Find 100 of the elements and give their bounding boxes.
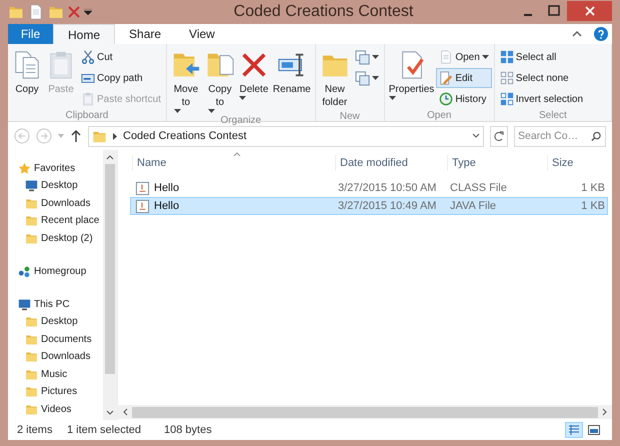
java-file-icon	[135, 198, 150, 214]
nav-item[interactable]: Downloads	[8, 194, 103, 212]
address-field[interactable]: Coded Creations Contest	[88, 126, 484, 146]
history-icon	[439, 92, 454, 106]
up-arrow-icon[interactable]	[70, 129, 82, 143]
help-icon[interactable]	[594, 27, 608, 41]
search-input[interactable]: Search Co…	[515, 126, 591, 146]
ribbon-button[interactable]: Copy path	[78, 68, 164, 88]
column-header[interactable]: Name	[132, 154, 335, 172]
nav-item[interactable]: Favorites	[8, 160, 103, 177]
select-all-icon	[500, 50, 514, 64]
group-label: Organize	[220, 114, 262, 128]
nav-item[interactable]: Recent place	[8, 212, 103, 230]
nav-item[interactable]: Desktop	[8, 177, 103, 194]
caret-icon	[208, 109, 216, 113]
nav-item[interactable]: Videos	[8, 400, 103, 418]
breadcrumb-arrow-icon	[113, 132, 117, 140]
horizontal-scrollbar[interactable]	[118, 405, 612, 419]
column-header[interactable]: Date modified	[335, 154, 447, 172]
ribbon-button[interactable]: Select none	[496, 68, 586, 88]
status-text: 2 items	[17, 424, 52, 436]
invert-selection-icon	[500, 92, 514, 106]
edit-icon	[439, 71, 454, 85]
caret-icon	[482, 55, 489, 59]
caret-icon	[372, 55, 379, 59]
refresh-icon[interactable]	[490, 126, 508, 146]
view-button[interactable]	[585, 422, 603, 438]
folder-icon	[48, 4, 64, 20]
folder-icon	[25, 385, 38, 398]
ribbon-button[interactable]: Rename	[270, 47, 313, 97]
nav-item[interactable]: Music	[8, 366, 103, 383]
table-cell: JAVA File	[450, 200, 496, 212]
nav-item[interactable]: Homegroup	[8, 263, 103, 280]
new-item-icon	[354, 50, 370, 64]
computer-icon	[18, 298, 31, 311]
folder-icon	[25, 332, 38, 346]
scissors-icon	[81, 50, 95, 64]
search-field[interactable]: Search Co…	[514, 126, 606, 146]
ribbon-button[interactable]: Invert selection	[496, 89, 586, 109]
folder-icon	[25, 214, 38, 228]
caret-icon	[388, 96, 396, 100]
search-icon	[591, 130, 601, 142]
desktop-icon	[25, 179, 38, 192]
folder-icon	[25, 350, 38, 364]
window-title: Coded Creations Contest	[232, 2, 414, 22]
vertical-scrollbar[interactable]	[103, 150, 117, 420]
close-icon	[584, 6, 594, 16]
scroll-thumb[interactable]	[132, 406, 598, 418]
caret-icon	[372, 76, 379, 80]
folder-icon	[8, 4, 24, 20]
folder-icon	[25, 402, 38, 416]
caret-icon	[239, 96, 246, 100]
dropdown-icon[interactable]	[84, 9, 92, 15]
table-cell: 3/27/2015 10:49 AM	[338, 200, 436, 212]
ribbon-button[interactable]: Edit	[436, 68, 492, 88]
status-text: 108 bytes	[164, 424, 212, 436]
ribbon-button[interactable]: Select all	[496, 47, 586, 67]
ribbon-tab[interactable]: Home	[53, 24, 116, 44]
status-text: 1 item selected	[67, 424, 141, 436]
ribbon-tab[interactable]: File	[8, 24, 53, 44]
collapse-ribbon-icon[interactable]	[572, 30, 582, 38]
folder-icon	[25, 315, 38, 328]
close-button[interactable]	[567, 1, 612, 21]
nav-item[interactable]: Downloads	[8, 348, 103, 366]
nav-item[interactable]: Documents	[8, 330, 103, 348]
column-header[interactable]: Type	[447, 154, 547, 172]
ribbon-button[interactable]: Copy	[10, 47, 44, 97]
nav-item[interactable]: This PC	[8, 296, 103, 313]
view-button[interactable]	[565, 422, 583, 438]
path-icon	[81, 71, 95, 85]
star-icon	[18, 162, 31, 175]
ribbon-tab[interactable]: View	[175, 24, 229, 44]
ribbon-button[interactable]: History	[436, 89, 492, 109]
nav-item[interactable]: Pictures	[8, 383, 103, 400]
nav-item[interactable]: Desktop (2)	[8, 230, 103, 247]
ribbon-tab[interactable]: Share	[115, 24, 176, 44]
nav-item[interactable]: Desktop	[8, 313, 103, 330]
ribbon-button[interactable]: Open	[436, 47, 492, 67]
ribbon-button[interactable]: Properties	[386, 47, 436, 101]
ribbon-button[interactable]: New folder	[318, 47, 352, 110]
table-cell: 1 KB	[581, 182, 605, 194]
column-header[interactable]: Size	[547, 154, 609, 172]
table-cell-text: Hello	[154, 198, 180, 214]
ribbon-button[interactable]: Delete	[236, 47, 271, 101]
table-cell: 3/27/2015 10:50 AM	[338, 182, 436, 194]
ribbon-button[interactable]: Move to	[168, 47, 203, 114]
file-row[interactable]: Hello 3/27/2015 10:49 AM JAVA File 1 KB	[130, 197, 608, 215]
ribbon-button[interactable]: Cut	[78, 47, 164, 67]
table-cell-text: Hello	[154, 180, 180, 196]
large-icons-view-icon	[588, 425, 600, 435]
file-row[interactable]: Hello 3/27/2015 10:50 AM CLASS File 1 KB	[130, 179, 608, 197]
group-label: Clipboard	[64, 109, 110, 123]
folder-icon	[25, 196, 38, 210]
table-cell: CLASS File	[450, 182, 507, 194]
java-file-icon	[135, 180, 150, 196]
caret-icon	[174, 109, 181, 113]
ribbon-button[interactable]: Copy to	[202, 47, 237, 114]
homegroup-icon	[18, 265, 31, 278]
scroll-thumb[interactable]	[105, 164, 115, 374]
details-view-icon	[568, 425, 580, 435]
